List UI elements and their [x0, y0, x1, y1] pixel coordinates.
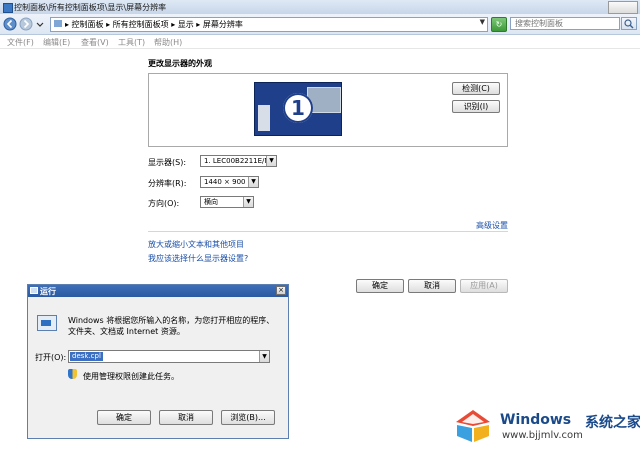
run-ok-button[interactable]: 确定	[97, 410, 151, 425]
menu-file[interactable]: 文件(F)	[7, 37, 34, 48]
chevron-down-icon[interactable]: ▼	[243, 197, 253, 207]
back-arrow-icon[interactable]	[3, 17, 17, 31]
text-size-link[interactable]: 放大或缩小文本和其他项目	[148, 239, 244, 250]
chevron-down-icon[interactable]: ▼	[259, 351, 269, 362]
window-title-bar: 控制面板\所有控制面板项\显示\屏幕分辨率	[0, 0, 640, 15]
cancel-button[interactable]: 取消	[408, 279, 456, 293]
menu-edit[interactable]: 编辑(E)	[43, 37, 70, 48]
detect-button[interactable]: 检测(C)	[452, 82, 500, 95]
open-input[interactable]: desk.cpl ▼	[68, 350, 270, 363]
open-input-value[interactable]: desk.cpl	[70, 352, 103, 361]
address-dropdown-icon[interactable]: ▼	[480, 18, 485, 26]
control-panel-icon	[3, 3, 13, 13]
run-dialog-title-bar[interactable]: 运行 ×	[28, 285, 288, 297]
monitor-number: 1	[291, 96, 305, 120]
address-toolbar: ▸ 控制面板 ▸ 所有控制面板项 ▸ 显示 ▸ 屏幕分辨率 ▼ ↻	[0, 14, 640, 35]
menu-tools[interactable]: 工具(T)	[118, 37, 145, 48]
menu-view[interactable]: 查看(V)	[81, 37, 109, 48]
which-settings-link[interactable]: 我应该选择什么显示器设置?	[148, 253, 248, 264]
resolution-label: 分辨率(R):	[148, 179, 187, 188]
desktop-sidebar-thumbnail	[258, 105, 270, 131]
menu-help[interactable]: 帮助(H)	[154, 37, 182, 48]
watermark-brand: Windows	[500, 412, 572, 428]
divider	[148, 231, 508, 232]
ok-button[interactable]: 确定	[356, 279, 404, 293]
apply-button[interactable]: 应用(A)	[460, 279, 508, 293]
orientation-label: 方向(O):	[148, 199, 180, 208]
run-dialog-description: Windows 将根据您所输入的名称，为您打开相应的程序、文件夹、文档或 Int…	[68, 316, 275, 336]
run-app-icon	[30, 287, 38, 294]
run-program-icon	[37, 315, 57, 331]
display-label: 显示器(S):	[148, 158, 187, 167]
orientation-select-value: 横向	[204, 198, 218, 206]
chevron-down-icon[interactable]: ▼	[266, 156, 276, 166]
display-select[interactable]: 1. LEC00B2211E/M ▼	[200, 155, 277, 167]
watermark-brand-suffix: 系统之家	[585, 415, 640, 431]
address-path[interactable]: ▸ 控制面板 ▸ 所有控制面板项 ▸ 显示 ▸ 屏幕分辨率	[65, 19, 243, 30]
search-icon[interactable]	[621, 17, 637, 30]
display-select-value: 1. LEC00B2211E/M	[204, 157, 271, 165]
run-cancel-button[interactable]: 取消	[159, 410, 213, 425]
open-label: 打开(O):	[35, 353, 67, 362]
admin-privilege-note: 使用管理权限创建此任务。	[83, 372, 179, 381]
search-input[interactable]	[510, 17, 620, 30]
display-preview-area: 1 检测(C) 识别(I)	[148, 73, 508, 147]
forward-arrow-icon[interactable]	[19, 17, 33, 31]
recent-pages-chevron-icon[interactable]	[35, 17, 45, 31]
run-dialog-title: 运行	[40, 287, 56, 296]
close-icon[interactable]: ×	[276, 286, 286, 295]
monitor-thumbnail[interactable]: 1	[254, 82, 342, 136]
window-title: 控制面板\所有控制面板项\显示\屏幕分辨率	[14, 3, 167, 12]
resolution-select-value: 1440 × 900	[204, 178, 246, 186]
run-browse-button[interactable]: 浏览(B)...	[221, 410, 275, 425]
advanced-settings-link[interactable]: 高级设置	[476, 220, 508, 231]
windows-logo-icon	[456, 410, 490, 442]
window-controls[interactable]	[608, 1, 638, 14]
refresh-button[interactable]: ↻	[491, 17, 507, 32]
orientation-select[interactable]: 横向 ▼	[200, 196, 254, 208]
resolution-select[interactable]: 1440 × 900 ▼	[200, 176, 259, 188]
folder-icon	[54, 20, 62, 27]
address-bar[interactable]: ▸ 控制面板 ▸ 所有控制面板项 ▸ 显示 ▸ 屏幕分辨率 ▼	[50, 17, 488, 32]
chevron-down-icon[interactable]: ▼	[248, 177, 258, 187]
uac-shield-icon	[68, 369, 77, 379]
watermark-url: www.bjjmlv.com	[502, 430, 583, 441]
run-dialog: 运行 × Windows 将根据您所输入的名称，为您打开相应的程序、文件夹、文档…	[27, 284, 289, 439]
menu-bar: 文件(F) 编辑(E) 查看(V) 工具(T) 帮助(H)	[0, 35, 640, 49]
identify-button[interactable]: 识别(I)	[452, 100, 500, 113]
page-title: 更改显示器的外观	[148, 59, 212, 68]
watermark: Windows 系统之家 www.bjjmlv.com	[450, 400, 640, 450]
